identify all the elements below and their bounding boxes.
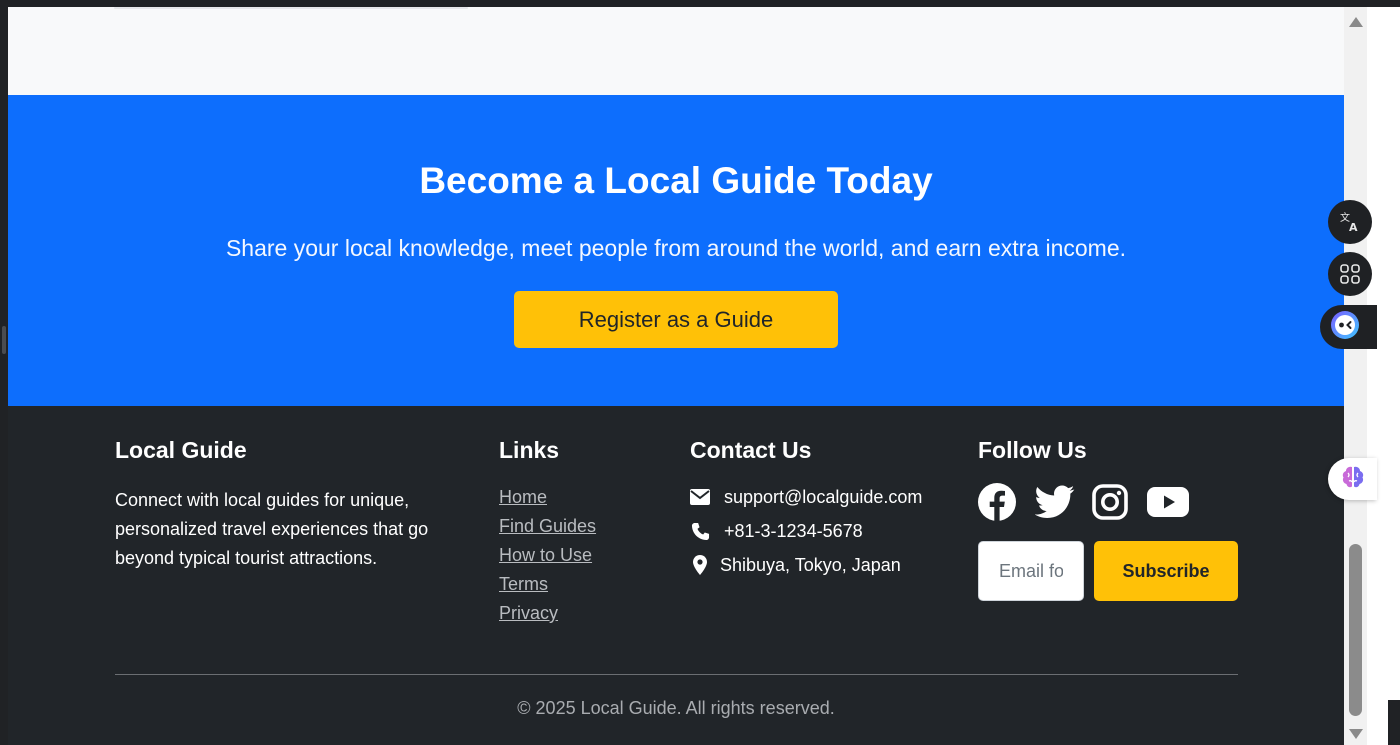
list-item: How to Use (499, 544, 596, 573)
about-text: Connect with local guides for unique, pe… (115, 490, 429, 568)
list-item: Home (499, 486, 596, 515)
window-top-bar (0, 0, 1400, 7)
scroll-down-arrow-icon[interactable] (1349, 729, 1363, 739)
footer-links: Home Find Guides How to Use Terms Privac… (499, 486, 596, 631)
contact-email-text: support@localguide.com (724, 486, 923, 507)
window-left-edge (0, 0, 8, 745)
facebook-icon[interactable] (977, 482, 1017, 522)
resize-handle[interactable] (2, 326, 6, 354)
map-pin-icon (690, 555, 710, 575)
list-item: Terms (499, 573, 596, 602)
list-item: Find Guides (499, 515, 596, 544)
contact-phone-text: +81-3-1234-5678 (724, 520, 863, 541)
footer-link-home[interactable]: Home (499, 487, 547, 507)
instagram-icon[interactable] (1090, 482, 1130, 522)
contact-location-text: Shibuya, Tokyo, Japan (720, 554, 901, 575)
envelope-icon (690, 487, 710, 507)
cta-title: Become a Local Guide Today (419, 160, 933, 201)
contact-email: support@localguide.com (690, 485, 922, 509)
contact-heading: Contact Us (690, 437, 812, 463)
assistant-tab[interactable] (1320, 305, 1377, 349)
page-scrollbar[interactable] (1344, 7, 1367, 745)
footer-divider (115, 674, 1238, 675)
about-heading: Local Guide (115, 437, 247, 463)
subscribe-button[interactable]: Subscribe (1094, 541, 1238, 601)
previous-section-bottom (8, 7, 1344, 95)
footer-link-terms[interactable]: Terms (499, 574, 548, 594)
brain-icon (1340, 464, 1366, 494)
scrollbar-thumb[interactable] (1349, 544, 1362, 716)
window-corner (1388, 700, 1400, 745)
footer-link-privacy[interactable]: Privacy (499, 603, 558, 623)
follow-heading: Follow Us (978, 437, 1087, 463)
footer-link-find-guides[interactable]: Find Guides (499, 516, 596, 536)
list-item: Privacy (499, 602, 596, 631)
brain-tool-button[interactable] (1328, 458, 1377, 500)
assistant-icon (1330, 310, 1360, 344)
apps-icon[interactable] (1328, 252, 1372, 296)
links-heading: Links (499, 437, 560, 463)
phone-icon (690, 521, 710, 541)
cta-subtitle: Share your local knowledge, meet people … (225, 235, 1127, 261)
youtube-icon[interactable] (1146, 482, 1190, 522)
svg-text:A: A (1349, 221, 1358, 233)
translate-icon[interactable]: 文A (1328, 200, 1372, 244)
browser-side-rail (1367, 7, 1400, 745)
card-edge (114, 7, 468, 9)
register-guide-button[interactable]: Register as a Guide (514, 291, 838, 348)
contact-phone: +81-3-1234-5678 (690, 519, 863, 543)
site-footer: Local Guide Connect with local guides fo… (8, 406, 1344, 745)
footer-link-how-to-use[interactable]: How to Use (499, 545, 592, 565)
twitter-icon[interactable] (1035, 482, 1075, 522)
scroll-up-arrow-icon[interactable] (1349, 17, 1363, 27)
become-guide-section: Become a Local Guide Today Share your lo… (8, 95, 1344, 406)
copyright-text: © 2025 Local Guide. All rights reserved. (517, 698, 835, 718)
newsletter-email-input[interactable] (978, 541, 1084, 601)
page-content: Become a Local Guide Today Share your lo… (8, 7, 1344, 745)
contact-location: Shibuya, Tokyo, Japan (690, 553, 901, 577)
